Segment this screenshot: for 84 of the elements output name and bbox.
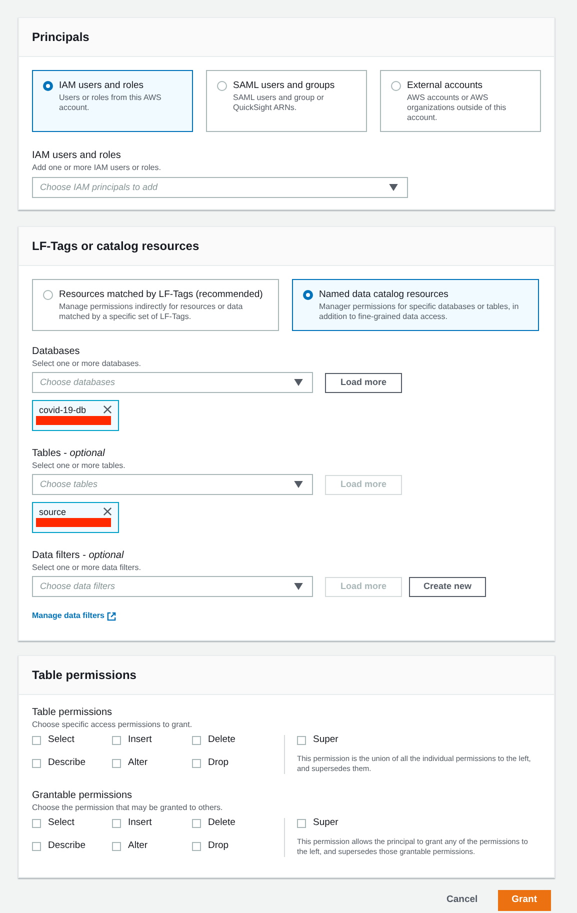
load-button[interactable]: Create new [409,576,486,596]
checkbox-label: Alter [128,756,148,770]
external-link-icon [107,612,116,620]
caret-down-icon [294,583,303,590]
radio-tile[interactable]: Named data catalog resources Manager permissions for specific databases or tables, in addition to fine-grained data access. [292,279,539,331]
select-placeholder: Choose databases [40,376,116,389]
cancel-button[interactable]: Cancel [440,890,484,911]
load-button[interactable]: Load more [325,372,402,392]
checkbox-label: Insert [128,733,152,748]
radio-tile[interactable]: External accounts AWS accounts or AWS organizations outside of this account. [380,70,541,132]
checkbox[interactable] [112,758,121,768]
radio-button[interactable] [43,290,53,300]
checkbox-label: Alter [128,838,148,853]
checkbox[interactable] [32,736,41,745]
checkbox[interactable] [32,842,41,850]
checkbox-label: Super [313,816,338,830]
option-label: Resources matched by LF-Tags (recommended) [59,289,264,301]
close-icon[interactable] [103,405,112,414]
checkbox[interactable] [112,736,121,745]
radio-tile[interactable]: IAM users and roles Users or roles from this AWS account. [32,70,193,132]
field-description: Select one or more databases. [32,358,142,369]
checkbox[interactable] [32,819,41,828]
checkbox[interactable] [192,842,201,850]
option-label: Named data catalog resources [319,289,450,301]
checkbox-label: Describe [48,838,86,853]
option-description: Manage permissions indirectly for resources or data matched by a specific set of LF-Tags. [59,302,244,322]
field-label: Grantable permissions [32,789,134,802]
field-label: Databases [32,345,81,358]
field-label: Data filters - optional [32,549,125,562]
option-description: SAML users and group or QuickSight ARNs. [233,93,325,113]
option-description: AWS accounts or AWS organizations outside of this account. [407,93,508,123]
checkbox[interactable] [112,819,121,828]
field-description: Choose the permission that may be granted to others. [32,802,224,813]
checkbox[interactable] [192,819,201,828]
radio-button[interactable] [217,81,227,91]
token-label: covid-19-db [39,404,86,417]
option-label: External accounts [407,80,484,92]
radio-button[interactable] [303,290,313,300]
panel-title: Principals [32,29,90,46]
field-label: IAM users and roles [32,149,122,162]
radio-tile[interactable]: SAML users and groups SAML users and group or QuickSight ARNs. [206,70,367,132]
checkbox-label: Drop [208,756,229,770]
field-description: Select one or more tables. [32,460,126,471]
caret-down-icon [294,481,303,488]
radio-tile[interactable]: Resources matched by LF-Tags (recommended) Manage permissions indirectly for resources or data matched by a specific set of LF-Tags. [32,279,279,331]
option-description: Users or roles from this AWS account. [59,93,162,113]
token-label: source [39,506,66,519]
checkbox[interactable] [192,736,201,745]
checkbox-label: Describe [48,756,86,770]
option-label: SAML users and groups [233,80,336,92]
field-label: Tables - optional [32,447,106,460]
field-label: Table permissions [32,706,114,719]
select-field[interactable]: Choose IAM principals to add [32,177,408,198]
select-placeholder: Choose data filters [40,580,116,593]
select-field[interactable]: Choose databases [32,372,313,393]
field-description: Select one or more data filters. [32,562,142,573]
checkbox-label: Select [48,733,74,748]
close-icon[interactable] [103,507,112,516]
checkbox-label: Delete [208,733,236,748]
field-description: Choose specific access permissions to grant. [32,719,194,730]
checkbox-label: Drop [208,838,229,853]
select-placeholder: Choose tables [40,478,98,491]
checkbox-label: Delete [208,816,236,830]
checkbox[interactable] [297,736,306,745]
checkbox-label: Select [48,816,74,830]
radio-button[interactable] [43,81,53,91]
field-description: Add one or more IAM users or roles. [32,162,162,173]
checkbox[interactable] [112,842,121,850]
checkbox-label: Insert [128,816,152,830]
radio-button[interactable] [391,81,401,91]
option-label: IAM users and roles [59,80,144,92]
checkbox[interactable] [32,758,41,768]
option-description: Manager permissions for specific databases or tables, in addition to fine-grained data access. [319,302,520,322]
checkbox[interactable] [192,758,201,768]
select-field[interactable]: Choose tables [32,474,313,495]
select-placeholder: Choose IAM principals to add [40,180,158,194]
checkbox[interactable] [297,819,306,828]
checkbox-label: Super [313,733,338,748]
panel-title: LF-Tags or catalog resources [32,238,200,255]
caret-down-icon [389,184,398,191]
select-field[interactable]: Choose data filters [32,576,313,597]
caret-down-icon [294,379,303,386]
panel-title: Table permissions [32,667,136,684]
manage-link[interactable]: Manage data filters [32,610,116,622]
